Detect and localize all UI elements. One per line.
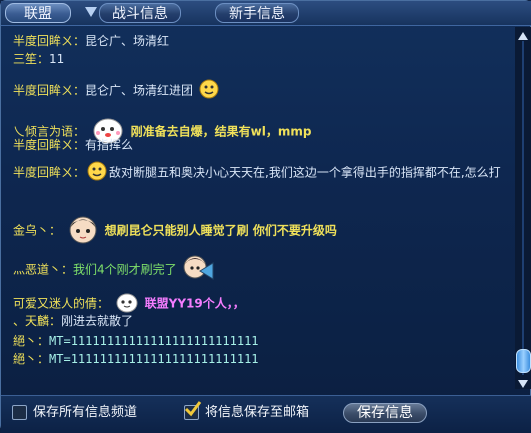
chat-scrollbar[interactable] xyxy=(515,27,531,389)
message-text: 昆仑广、场清红 xyxy=(85,34,170,48)
tab-newbie-info[interactable]: 新手信息 xyxy=(215,3,299,23)
chat-message: 、天麟：刚进去就散了 xyxy=(13,313,133,329)
message-sender[interactable]: 、天麟： xyxy=(13,314,61,328)
fan-emoji-icon xyxy=(182,253,214,287)
message-sender[interactable]: 絕丶： xyxy=(13,334,49,348)
chat-message: 三笙：11 xyxy=(13,51,64,67)
checkmark-icon xyxy=(184,400,202,422)
message-sender[interactable]: 三笙： xyxy=(13,52,49,66)
message-sender[interactable]: 半度回眸ㄨ： xyxy=(13,34,85,48)
message-text: 有指挥么 xyxy=(85,138,134,152)
message-text: 刚准备去自爆，结果有wl，mmp xyxy=(130,124,312,139)
message-sender[interactable]: 絕丶： xyxy=(13,352,49,366)
dropdown-arrow-icon[interactable] xyxy=(85,7,97,17)
scroll-down-icon[interactable] xyxy=(517,375,529,388)
chat-message: 半度回眸ㄨ：昆仑广、场清红进团 xyxy=(13,79,221,103)
scroll-thumb[interactable] xyxy=(516,349,531,373)
chat-message: 絕丶：MT=11111111111111111111111111 xyxy=(13,333,259,349)
message-sender[interactable]: 灬恶道丶： xyxy=(13,263,73,277)
save-to-mail-checkbox[interactable] xyxy=(184,401,202,420)
smile-emoji-icon xyxy=(199,79,219,103)
chat-message: 半度回眸ㄨ：昆仑广、场清红 xyxy=(13,33,169,49)
chibi-avatar-icon xyxy=(67,213,99,249)
message-text: 11 xyxy=(49,52,65,66)
message-sender[interactable]: 金乌丶： xyxy=(13,224,61,238)
scroll-up-icon[interactable] xyxy=(517,27,529,40)
message-text: 我们4个刚才刷完了 xyxy=(73,262,177,277)
message-text: MT=11111111111111111111111111 xyxy=(49,352,259,366)
tab-alliance[interactable]: 联盟 xyxy=(5,3,71,23)
message-text: 联盟YY19个人，， xyxy=(144,296,245,311)
message-text: 想刷昆仑只能别人睡觉了刷 你们不要升级吗 xyxy=(104,223,337,238)
save-all-channels-label: 保存所有信息频道 xyxy=(33,405,138,420)
scroll-track[interactable] xyxy=(522,41,524,375)
smile-emoji-icon xyxy=(87,161,107,185)
message-sender[interactable]: 半度回眸ㄨ： xyxy=(13,138,85,152)
chat-message: 半度回眸ㄨ：有指挥么 xyxy=(13,137,133,153)
message-sender[interactable]: 半度回眸ㄨ： xyxy=(13,84,85,98)
chat-log: 半度回眸ㄨ：昆仑广、场清红 三笙：11 半度回眸ㄨ：昆仑广、场清红进团 乀倾言为… xyxy=(7,29,513,391)
message-text: 昆仑广、场清红进团 xyxy=(85,83,194,98)
chat-message: 絕丶：MT=11111111111111111111111111 xyxy=(13,351,259,367)
chat-message: 半度回眸ㄨ： 敌对断腿五和奥决小心天天在,我们这边一个拿得出手的指挥都不在,怎么打 xyxy=(13,161,513,185)
save-info-button[interactable]: 保存信息 xyxy=(343,403,427,423)
chat-message: 金乌丶： 想刷昆仑只能别人睡觉了刷 你们不要升级吗 xyxy=(13,213,337,249)
message-text: 刚进去就散了 xyxy=(61,314,134,328)
save-to-mail-label: 将信息保存至邮箱 xyxy=(205,405,310,420)
chat-window: 联盟 战斗信息 新手信息 半度回眸ㄨ：昆仑广、场清红 三笙：11 半度回眸ㄨ：昆… xyxy=(0,0,531,433)
message-text: 敌对断腿五和奥决小心天天在,我们这边一个拿得出手的指挥都不在,怎么打 xyxy=(109,165,501,180)
save-all-channels-checkbox[interactable] xyxy=(12,405,27,420)
tab-bar: 联盟 战斗信息 新手信息 xyxy=(1,1,531,26)
chat-message: 灬恶道丶：我们4个刚才刷完了 xyxy=(13,253,216,287)
message-text: MT=11111111111111111111111111 xyxy=(49,334,259,348)
bottom-toolbar: 保存所有信息频道 将信息保存至邮箱 保存信息 xyxy=(1,395,531,433)
message-sender[interactable]: 可爱又迷人的倩： xyxy=(13,297,109,311)
tab-battle-info[interactable]: 战斗信息 xyxy=(99,3,181,23)
message-sender[interactable]: 半度回眸ㄨ： xyxy=(13,166,85,180)
